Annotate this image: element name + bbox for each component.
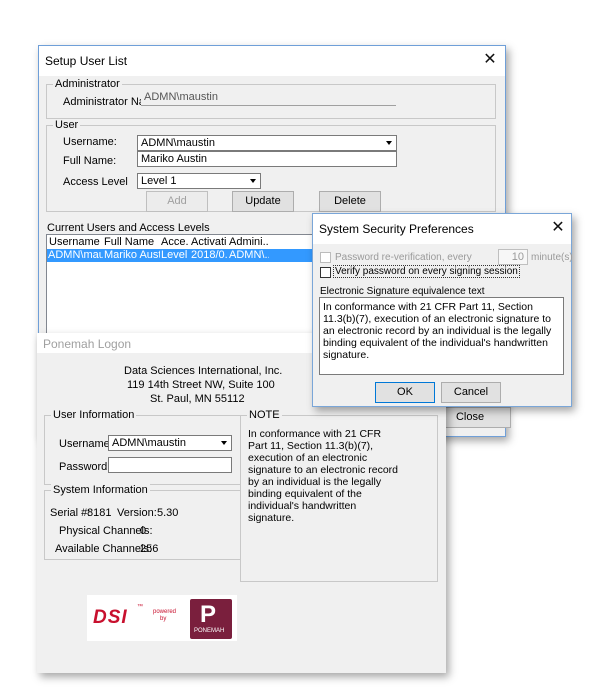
logon-username-value: ADMN\maustin xyxy=(112,437,186,449)
username-combo[interactable]: ADMN\maustin xyxy=(137,135,397,151)
company-street: 119 14th Street NW, Suite 100 xyxy=(127,379,275,391)
user-group-label: User xyxy=(53,119,81,131)
column-header-activation[interactable]: Activati... xyxy=(191,236,226,248)
logon-password-field[interactable] xyxy=(108,457,232,473)
close-icon[interactable]: ✕ xyxy=(481,51,499,69)
chevron-down-icon[interactable] xyxy=(383,137,395,149)
access-level-value: Level 1 xyxy=(141,175,177,187)
delete-button[interactable]: Delete xyxy=(319,191,381,212)
user-group: User Username: ADMN\maustin Full Name: M… xyxy=(46,119,496,212)
verify-signing-label: Verify password on every signing session xyxy=(333,265,520,278)
username-label: Username: xyxy=(63,136,117,148)
logon-username-label: Username: xyxy=(59,438,113,450)
dsi-wordmark: DSI xyxy=(93,607,128,628)
company-name: Data Sciences International, Inc. xyxy=(124,365,283,377)
reverify-checkbox[interactable] xyxy=(320,252,331,263)
row-access: Level 1 xyxy=(161,249,190,261)
add-button[interactable]: Add xyxy=(146,191,208,212)
by-text: by xyxy=(160,616,167,622)
administrator-group: Administrator Administrator Name ADMN\ma… xyxy=(46,78,496,119)
username-combo-value: ADMN\maustin xyxy=(141,137,215,149)
logon-username-combo[interactable]: ADMN\maustin xyxy=(108,435,232,451)
esig-label: Electronic Signature equivalence text xyxy=(320,286,485,297)
version-label: Version: xyxy=(117,507,157,519)
fullname-label: Full Name: xyxy=(63,155,117,167)
ok-button[interactable]: OK xyxy=(375,382,435,403)
company-city: St. Paul, MN 55112 xyxy=(150,393,245,405)
setup-title-bar: Setup User List ✕ xyxy=(39,46,505,76)
row-admin: ADMN\... xyxy=(229,249,269,261)
cancel-button[interactable]: Cancel xyxy=(441,382,501,403)
version-value: 5.30 xyxy=(157,507,179,519)
column-header-fullname[interactable]: Full Name xyxy=(104,236,158,248)
logon-password-label: Password: xyxy=(59,461,111,473)
setup-dialog-title: Setup User List xyxy=(45,54,128,68)
administrator-group-label: Administrator xyxy=(53,78,122,90)
system-information-group: System Information Serial #: 8181 Versio… xyxy=(44,484,241,560)
access-level-label: Access Level xyxy=(63,176,128,188)
table-row[interactable]: ADMN\maustin Mariko Austin Level 1 2018/… xyxy=(47,249,317,262)
chevron-down-icon[interactable] xyxy=(247,175,259,187)
access-level-combo[interactable]: Level 1 xyxy=(137,173,261,189)
reverify-unit: minute(s) xyxy=(531,252,573,263)
chevron-down-icon[interactable] xyxy=(218,437,230,449)
security-dialog-title: System Security Preferences xyxy=(319,222,474,236)
close-icon[interactable]: ✕ xyxy=(549,219,567,237)
dsi-ponemah-logo: DSI ™ powered by P PONEMAH xyxy=(87,595,237,641)
current-users-label: Current Users and Access Levels xyxy=(47,222,210,234)
ponemah-wordmark: PONEMAH xyxy=(194,628,225,634)
logon-dialog-title: Ponemah Logon xyxy=(43,337,132,351)
note-group: NOTE In conformance with 21 CFR Part 11,… xyxy=(240,409,438,582)
physical-channels-label: Physical Channels: xyxy=(59,525,153,537)
physical-channels-value: 0 xyxy=(140,525,147,537)
reverify-label: Password re-verification, every xyxy=(335,252,472,263)
administrator-name-field: ADMN\maustin xyxy=(141,90,396,106)
serial-label: Serial #: xyxy=(50,507,91,519)
serial-value: 8181 xyxy=(87,507,112,519)
dsi-trademark: ™ xyxy=(137,604,143,610)
row-username: ADMN\maustin xyxy=(48,249,103,261)
esig-text-area[interactable]: In conformance with 21 CFR Part 11, Sect… xyxy=(319,297,564,375)
verify-signing-checkbox[interactable] xyxy=(320,267,331,278)
system-information-label: System Information xyxy=(51,484,150,496)
note-label: NOTE xyxy=(247,409,282,421)
fullname-field[interactable]: Mariko Austin xyxy=(137,151,397,167)
ponemah-p-letter: P xyxy=(200,601,217,628)
reverify-minutes-field[interactable]: 10 xyxy=(498,249,528,265)
security-preferences-dialog: System Security Preferences ✕ Password r… xyxy=(312,213,573,407)
ponemah-badge: P PONEMAH xyxy=(190,599,232,639)
row-activation: 2018/0... xyxy=(191,249,228,261)
user-information-label: User Information xyxy=(51,409,137,421)
users-list-header: Username Full Name Acce... Activati... A… xyxy=(47,235,317,250)
available-channels-label: Available Channels: xyxy=(55,543,153,555)
column-header-access[interactable]: Acce... xyxy=(161,236,189,248)
user-information-group: User Information Username: ADMN\maustin … xyxy=(44,409,241,485)
update-button[interactable]: Update xyxy=(232,191,294,212)
available-channels-value: 256 xyxy=(140,543,159,555)
note-text: In conformance with 21 CFR Part 11, Sect… xyxy=(248,428,398,524)
security-title-bar: System Security Preferences ✕ xyxy=(313,214,571,244)
powered-text: powered xyxy=(153,609,177,615)
column-header-admin[interactable]: Admini... xyxy=(229,236,269,248)
column-header-username[interactable]: Username xyxy=(49,236,101,248)
row-fullname: Mariko Austin xyxy=(104,249,160,261)
